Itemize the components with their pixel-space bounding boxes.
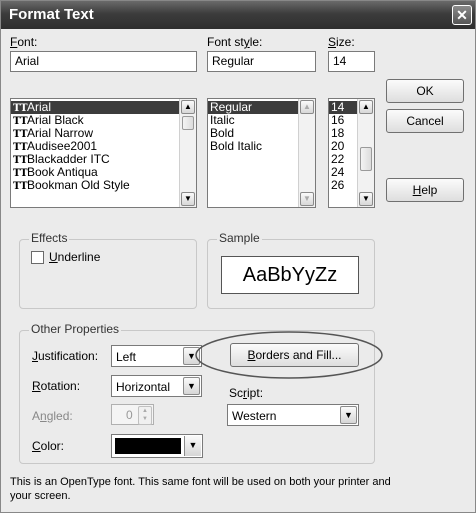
sample-preview: AaBbYyZz — [221, 256, 359, 294]
scroll-thumb[interactable] — [360, 147, 372, 171]
close-button[interactable]: ✕ — [452, 5, 472, 25]
list-item-label: Arial — [27, 100, 52, 114]
underline-checkbox[interactable] — [31, 251, 44, 264]
chevron-down-icon[interactable]: ▼ — [340, 406, 357, 424]
list-item-label: 14 — [331, 100, 345, 114]
effects-title: Effects — [29, 231, 70, 245]
size-list[interactable]: 14 16 18 20 22 24 26 ▲ ▼ — [328, 98, 375, 208]
scroll-thumb[interactable] — [182, 116, 194, 130]
rotation-select[interactable]: Horizontal ▼ — [111, 375, 202, 397]
size-list-scrollbar[interactable]: ▲ ▼ — [357, 99, 374, 207]
size-input[interactable]: 14 — [328, 51, 375, 72]
rotation-value: Horizontal — [116, 380, 171, 394]
cancel-button[interactable]: Cancel — [386, 109, 464, 133]
list-item-label: Arial Black — [27, 113, 84, 127]
font-info-text: This is an OpenType font. This same font… — [10, 476, 391, 502]
script-select[interactable]: Western ▼ — [227, 404, 359, 426]
scroll-down-icon[interactable]: ▼ — [181, 192, 195, 206]
dialog-title: Format Text — [9, 6, 94, 23]
help-button[interactable]: Help — [386, 178, 464, 202]
list-item-label: Bookman Old Style — [27, 178, 130, 192]
justification-value: Left — [116, 350, 137, 364]
scroll-up-icon[interactable]: ▲ — [359, 100, 373, 114]
list-item-label: 20 — [331, 139, 345, 153]
list-item-label: Italic — [210, 113, 235, 127]
justification-label: Justification: — [32, 349, 99, 363]
font-style-list[interactable]: Regular Italic Bold Bold Italic ▲ ▼ — [207, 98, 316, 208]
style-list-scrollbar: ▲ ▼ — [298, 99, 315, 207]
list-item-label: 18 — [331, 126, 345, 140]
font-list-scrollbar[interactable]: ▲ ▼ — [179, 99, 196, 207]
format-text-dialog: Format Text ✕ Font: Arial TTArial TTArial… — [0, 0, 476, 513]
list-item-label: 24 — [331, 165, 345, 179]
size-label: Size: — [328, 35, 355, 49]
scroll-down-icon[interactable]: ▼ — [359, 192, 373, 206]
font-list[interactable]: TTArial TTArial Black TTArial Narrow TTAudi… — [10, 98, 197, 208]
title-bar: Format Text ✕ — [1, 1, 475, 29]
list-item-label: Arial Narrow — [27, 126, 94, 140]
scroll-up-icon[interactable]: ▲ — [181, 100, 195, 114]
color-swatch — [115, 438, 181, 454]
font-label: Font: — [10, 35, 38, 49]
highlight-ellipse — [195, 331, 383, 379]
list-item-label: 16 — [331, 113, 345, 127]
list-item-label: 22 — [331, 152, 345, 166]
list-item-label: Regular — [210, 100, 253, 114]
list-item-label: Bold Italic — [210, 139, 263, 153]
angled-value: 0 — [126, 408, 133, 422]
list-item-label: 26 — [331, 178, 345, 192]
underline-label[interactable]: Underline — [49, 250, 100, 264]
list-item-label: Blackadder ITC — [27, 152, 110, 166]
effects-group — [19, 239, 197, 309]
other-properties-title: Other Properties — [29, 322, 122, 336]
font-label-text: ont: — [17, 35, 38, 49]
truetype-font-icon: TT — [13, 181, 28, 192]
ok-button[interactable]: OK — [386, 79, 464, 103]
angled-label: Angled: — [32, 409, 73, 423]
list-item[interactable]: TTBookman Old Style — [11, 178, 196, 193]
list-item-label: Book Antiqua — [27, 165, 98, 179]
scroll-down-icon: ▼ — [300, 192, 314, 206]
font-style-input[interactable]: Regular — [207, 51, 316, 72]
chevron-down-icon[interactable]: ▼ — [184, 436, 201, 456]
font-input[interactable]: Arial — [10, 51, 197, 72]
justification-select[interactable]: Left ▼ — [111, 345, 202, 367]
script-label: Script: — [229, 386, 264, 400]
color-label: Color: — [32, 439, 65, 453]
color-picker[interactable]: ▼ — [111, 434, 203, 458]
spinner-arrows-icon: ▲ ▼ — [138, 406, 152, 425]
font-style-label: Font style: — [207, 35, 263, 49]
sample-title: Sample — [217, 231, 262, 245]
list-item-label: Bold — [210, 126, 235, 140]
list-item-label: Audisee2001 — [27, 139, 98, 153]
angled-spinner: 0 ▲ ▼ — [111, 404, 154, 425]
scroll-up-icon: ▲ — [300, 100, 314, 114]
script-value: Western — [232, 409, 277, 423]
rotation-label: Rotation: — [32, 379, 81, 393]
